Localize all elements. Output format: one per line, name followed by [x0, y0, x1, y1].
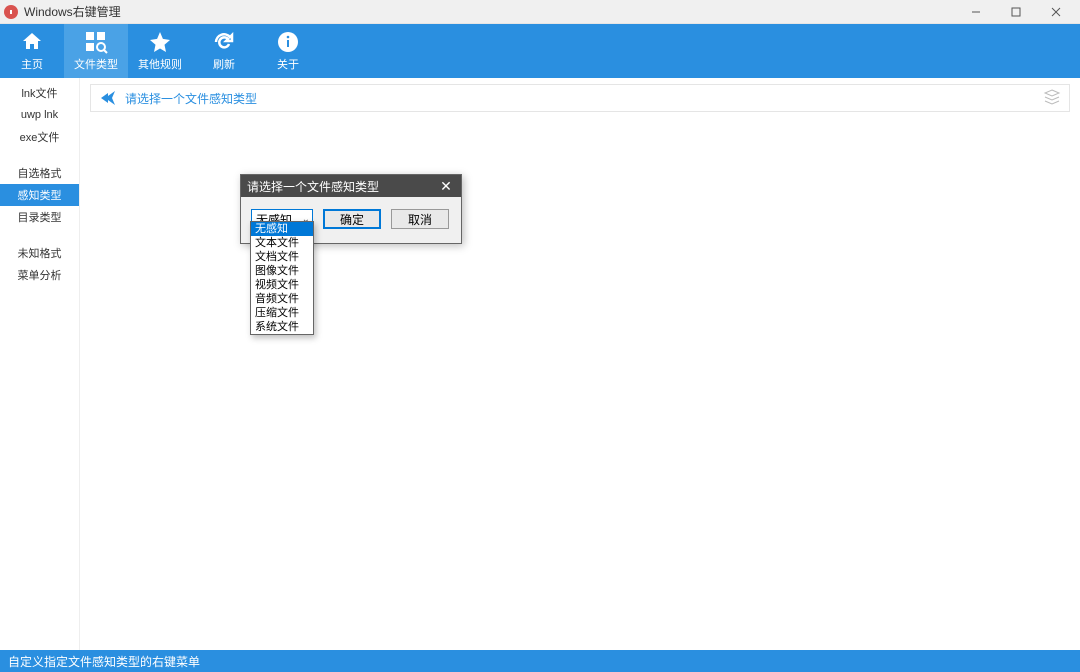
titlebar: Windows右键管理 — [0, 0, 1080, 24]
minimize-icon — [971, 7, 981, 17]
cancel-label: 取消 — [408, 211, 432, 228]
toolbar-about[interactable]: 关于 — [256, 24, 320, 78]
toolbar-home-label: 主页 — [21, 56, 43, 72]
sidebar-item-lnk[interactable]: lnk文件 — [0, 82, 79, 104]
statusbar: 自定义指定文件感知类型的右键菜单 — [0, 650, 1080, 672]
sidebar-item-unknown-format[interactable]: 未知格式 — [0, 242, 79, 264]
home-icon — [20, 30, 44, 54]
toolbar-about-label: 关于 — [277, 56, 299, 72]
close-icon — [1051, 7, 1061, 17]
minimize-button[interactable] — [956, 0, 996, 24]
toolbar-home[interactable]: 主页 — [0, 24, 64, 78]
sidebar-item-perceived-type[interactable]: 感知类型 — [0, 184, 79, 206]
sidebar: lnk文件 uwp lnk exe文件 自选格式 感知类型 目录类型 未知格式 … — [0, 78, 80, 650]
toolbar-other-rules-label: 其他规则 — [138, 56, 182, 72]
dropdown-option[interactable]: 系统文件 — [251, 320, 313, 334]
dialog-close-button[interactable]: ✕ — [437, 177, 455, 195]
status-text: 自定义指定文件感知类型的右键菜单 — [8, 653, 200, 670]
sidebar-item-custom-format[interactable]: 自选格式 — [0, 162, 79, 184]
sidebar-item-uwplnk[interactable]: uwp lnk — [0, 104, 79, 126]
dropdown-option[interactable]: 文档文件 — [251, 250, 313, 264]
grid-search-icon — [84, 30, 108, 54]
info-bar: 请选择一个文件感知类型 — [90, 84, 1070, 112]
ok-label: 确定 — [340, 211, 364, 228]
dialog-title-text: 请选择一个文件感知类型 — [247, 178, 379, 195]
info-icon — [276, 30, 300, 54]
star-icon — [148, 30, 172, 54]
dropdown-option[interactable]: 无感知 — [251, 222, 313, 236]
sidebar-item-directory-type[interactable]: 目录类型 — [0, 206, 79, 228]
sidebar-item-exe[interactable]: exe文件 — [0, 126, 79, 148]
layers-icon[interactable] — [1043, 88, 1061, 109]
close-button[interactable] — [1036, 0, 1076, 24]
toolbar: 主页 文件类型 其他规则 刷新 关于 — [0, 24, 1080, 78]
main: lnk文件 uwp lnk exe文件 自选格式 感知类型 目录类型 未知格式 … — [0, 78, 1080, 650]
dropdown-option[interactable]: 图像文件 — [251, 264, 313, 278]
app-icon — [4, 5, 18, 19]
sidebar-gap — [0, 148, 79, 162]
toolbar-refresh-label: 刷新 — [213, 56, 235, 72]
window-buttons — [956, 0, 1076, 24]
toolbar-other-rules[interactable]: 其他规则 — [128, 24, 192, 78]
combo-dropdown: 无感知 文本文件 文档文件 图像文件 视频文件 音频文件 压缩文件 系统文件 — [250, 221, 314, 335]
window-title: Windows右键管理 — [24, 3, 121, 20]
toolbar-file-type[interactable]: 文件类型 — [64, 24, 128, 78]
sidebar-gap — [0, 228, 79, 242]
maximize-icon — [1011, 7, 1021, 17]
dropdown-option[interactable]: 视频文件 — [251, 278, 313, 292]
refresh-icon — [212, 30, 236, 54]
dropdown-option[interactable]: 文本文件 — [251, 236, 313, 250]
dropdown-option[interactable]: 音频文件 — [251, 292, 313, 306]
sidebar-item-menu-analysis[interactable]: 菜单分析 — [0, 264, 79, 286]
dialog-titlebar[interactable]: 请选择一个文件感知类型 ✕ — [241, 175, 461, 197]
arrow-icon — [99, 89, 117, 107]
maximize-button[interactable] — [996, 0, 1036, 24]
info-text: 请选择一个文件感知类型 — [125, 90, 257, 107]
toolbar-file-type-label: 文件类型 — [74, 56, 118, 72]
content: 请选择一个文件感知类型 — [80, 78, 1080, 650]
toolbar-refresh[interactable]: 刷新 — [192, 24, 256, 78]
cancel-button[interactable]: 取消 — [391, 209, 449, 229]
ok-button[interactable]: 确定 — [323, 209, 381, 229]
dropdown-option[interactable]: 压缩文件 — [251, 306, 313, 320]
